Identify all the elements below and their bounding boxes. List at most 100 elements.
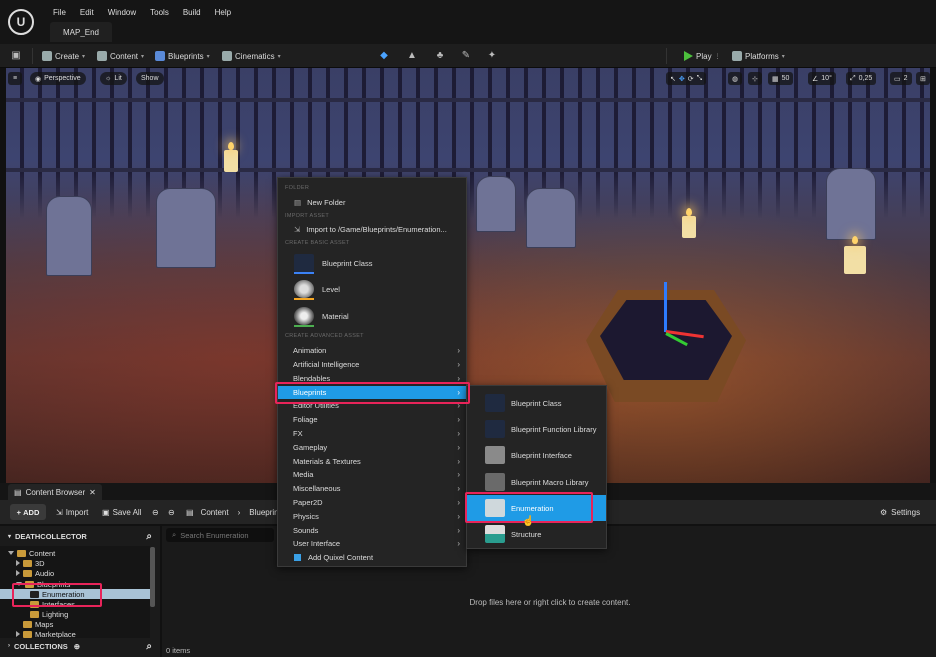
content-browser-tab[interactable]: ▤ Content Browser ✕ [8,484,102,500]
surface-snap-icon[interactable]: ⊹ [748,72,762,85]
tree-item-content[interactable]: Content [0,548,150,558]
play-button[interactable]: Play ⋮ [684,48,721,64]
history-back-button[interactable]: ⊖ [152,504,159,520]
tree-item-blueprints[interactable]: Blueprints [0,579,150,589]
tree-label: Content [29,548,56,558]
rotation-snap-button[interactable]: ∠ 10° [808,72,836,85]
submenu-blueprint-macro-library[interactable]: Blueprint Macro Library [467,469,606,495]
history-forward-button[interactable]: ⊖ [168,504,175,520]
menu-file[interactable]: File [46,6,73,19]
menu-artificial-intelligence[interactable]: Artificial Intelligence › [278,358,466,371]
map-tab[interactable]: MAP_End [50,22,112,42]
menu-paper2d[interactable]: Paper2D › [278,496,466,509]
foliage-mode-icon[interactable]: ♣ [434,50,446,62]
add-collection-icon[interactable]: ⊕ [74,642,80,651]
menu-foliage[interactable]: Foliage › [278,413,466,426]
close-icon[interactable]: ✕ [89,488,96,497]
project-header[interactable]: ▾ DEATHCOLLECTOR ⌕ [0,528,160,544]
submenu-blueprint-class[interactable]: Blueprint Class [467,390,606,416]
menu-edit[interactable]: Edit [73,6,101,19]
tree-item-marketplace[interactable]: Marketplace [0,629,150,638]
modeling-mode-icon[interactable]: ✦ [486,50,498,62]
search-input[interactable]: ⌕ Search Enumeration [166,528,274,542]
landscape-mode-icon[interactable]: ▲ [406,50,418,62]
camera-speed-button[interactable]: ▭ 2 [890,72,912,85]
menu-tools[interactable]: Tools [143,6,176,19]
material-item[interactable]: Material [278,304,466,328]
tree-scrollbar[interactable] [150,547,155,607]
tree-item-audio[interactable]: Audio [0,568,150,578]
folder-icon: ▤ [14,487,22,497]
submenu-blueprint-function-library[interactable]: Blueprint Function Library [467,416,606,442]
import-to-item[interactable]: ⇲ Import to /Game/Blueprints/Enumeration… [278,223,466,236]
menu-label: Blueprints [293,388,327,397]
world-local-icon[interactable]: ◍ [728,72,743,85]
menu-physics[interactable]: Physics › [278,510,466,523]
menu-user-interface[interactable]: User Interface › [278,537,466,550]
menu-sounds[interactable]: Sounds › [278,524,466,537]
select-icon[interactable]: ↖ [670,75,676,83]
add-button[interactable]: + ADD [10,504,46,520]
save-icon[interactable]: ▣ [10,50,22,62]
submenu-structure[interactable]: Structure [467,521,606,547]
grid-snap-button[interactable]: ▦ 50 [768,72,794,85]
add-quixel-content-item[interactable]: Add Quixel Content [278,551,466,564]
tree-item-3d[interactable]: 3D [0,558,150,568]
menu-animation[interactable]: Animation › [278,344,466,357]
tree-item-interfaces[interactable]: Interfaces [0,599,150,609]
create-icon [42,51,52,61]
gear-icon: ⚙ [880,507,888,517]
submenu-blueprint-interface[interactable]: Blueprint Interface [467,442,606,468]
lit-button[interactable]: ☼ Lit [100,72,127,85]
save-all-button[interactable]: ▣ Save All [102,504,141,520]
gizmo-z-axis[interactable] [664,282,667,332]
menu-label: Physics [293,512,319,521]
chevron-down-icon: ▾ [277,53,281,60]
menu-blueprints[interactable]: Blueprints › [278,386,466,399]
import-icon: ⇲ [56,507,63,517]
settings-button[interactable]: ⚙ Settings [880,504,920,520]
submenu-enumeration[interactable]: Enumeration [467,495,606,521]
viewport-menu-icon[interactable]: ≡ [8,72,22,85]
mesh-paint-icon[interactable]: ✎ [460,50,472,62]
move-icon[interactable]: ✥ [679,75,685,83]
menu-fx[interactable]: FX › [278,427,466,440]
scale-snap-button[interactable]: ⤢ 0,25 [846,72,877,85]
show-button[interactable]: Show [136,72,164,85]
menu-editor-utilities[interactable]: Editor Utilities › [278,399,466,412]
search-icon[interactable]: ⌕ [146,641,152,652]
menu-blendables[interactable]: Blendables › [278,372,466,385]
perspective-button[interactable]: ◉ Perspective [30,72,86,85]
level-item[interactable]: Level [278,277,466,301]
import-button[interactable]: ⇲ Import [56,504,88,520]
platforms-button[interactable]: Platforms ▾ [732,48,785,64]
transform-tools[interactable]: ↖ ✥ ⟳ ⤡ [666,72,707,85]
menu-media[interactable]: Media › [278,468,466,481]
select-mode-icon[interactable]: ◆ [378,50,390,62]
breadcrumb-content[interactable]: Content [201,508,229,517]
search-icon[interactable]: ⌕ [146,531,152,542]
tree-item-enumeration[interactable]: Enumeration [0,589,150,599]
new-folder-item[interactable]: ▤ New Folder [278,196,466,209]
rotate-icon[interactable]: ⟳ [688,75,694,83]
maximize-viewport-icon[interactable]: ⊞ [916,72,930,85]
menu-window[interactable]: Window [101,6,143,19]
scale-icon[interactable]: ⤡ [697,75,703,83]
blueprint-class-item[interactable]: Blueprint Class [278,251,466,275]
unreal-logo-icon[interactable]: U [8,9,34,35]
collections-header[interactable]: › COLLECTIONS ⊕ ⌕ [0,638,160,654]
create-button[interactable]: Create ▾ [42,48,85,64]
folder-icon [30,600,39,608]
camera-speed-icon: ▭ [894,75,901,83]
menu-build[interactable]: Build [176,6,208,19]
content-button[interactable]: Content ▾ [97,48,144,64]
submenu-label: Blueprint Function Library [511,424,597,434]
menu-miscellaneous[interactable]: Miscellaneous › [278,482,466,495]
tree-item-maps[interactable]: Maps [0,619,150,629]
menu-materials-textures[interactable]: Materials & Textures › [278,455,466,468]
blueprints-button[interactable]: Blueprints ▾ [155,48,210,64]
menu-help[interactable]: Help [208,6,238,19]
menu-gameplay[interactable]: Gameplay › [278,441,466,454]
cinematics-button[interactable]: Cinematics ▾ [222,48,281,64]
tree-item-lighting[interactable]: Lighting [0,609,150,619]
